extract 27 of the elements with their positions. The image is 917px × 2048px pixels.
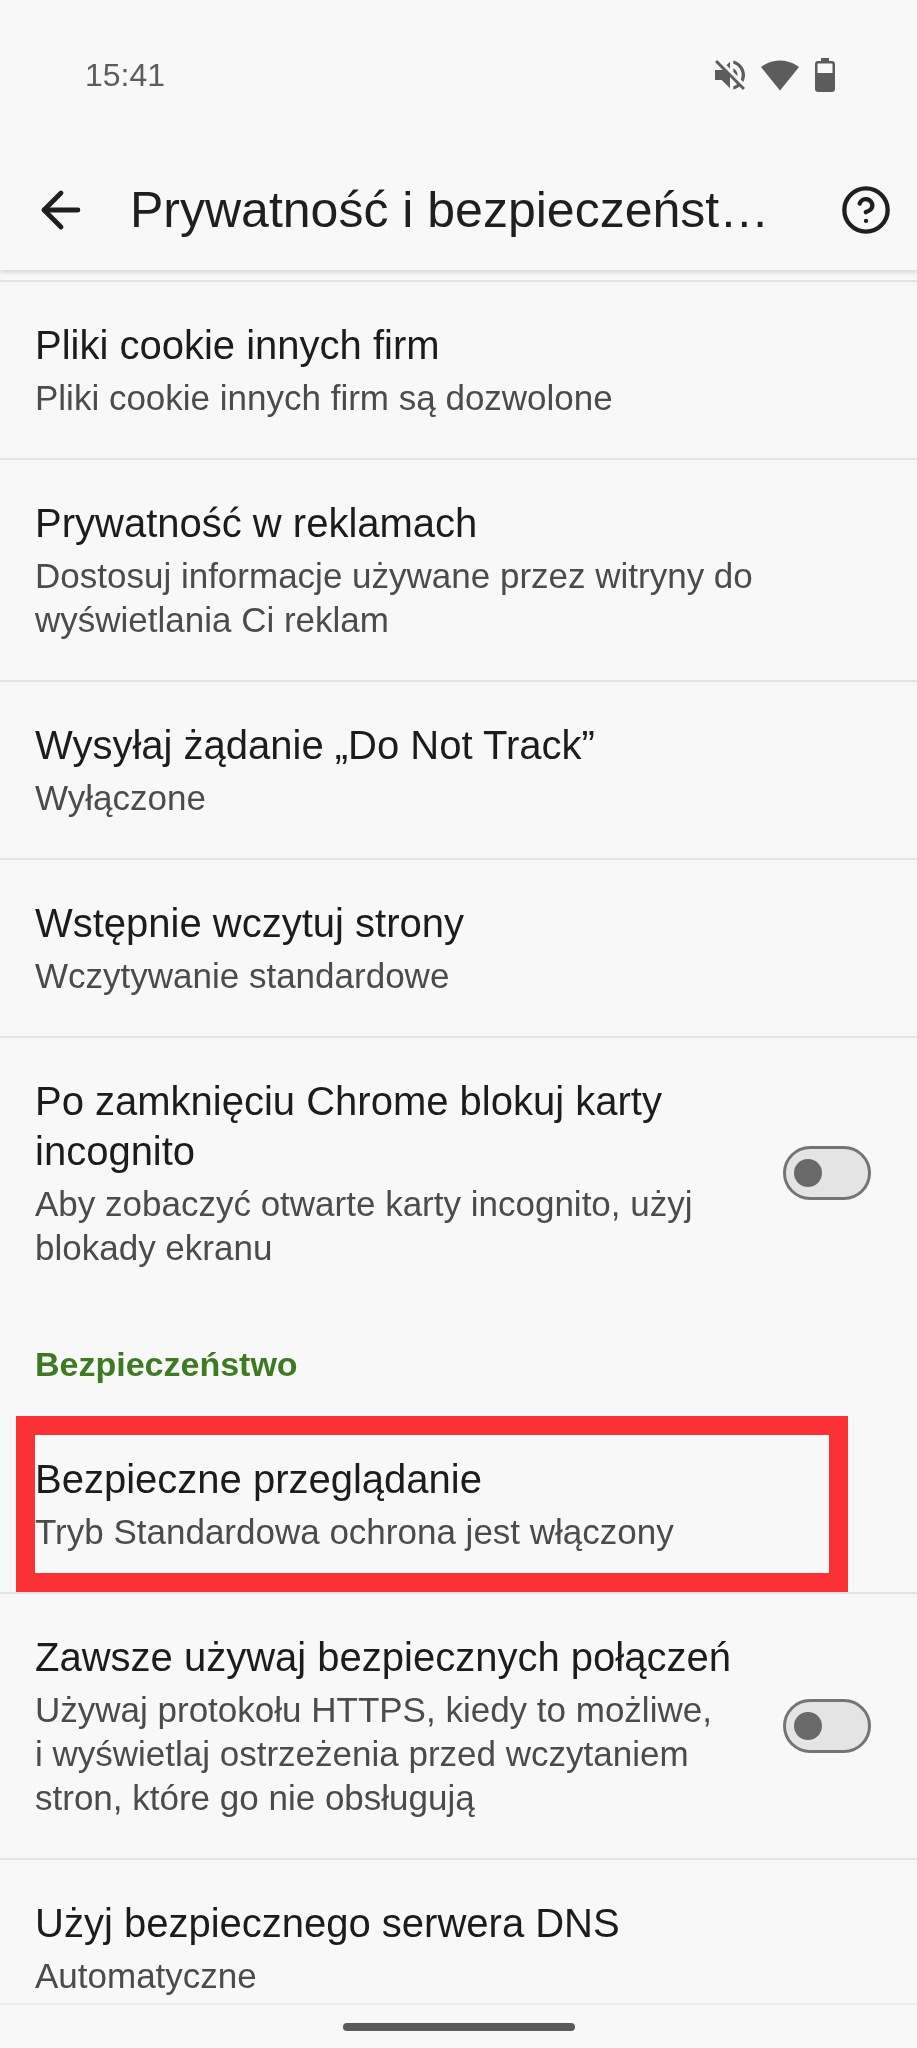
section-header: Bezpieczeństwo [34, 1344, 299, 1385]
help-button[interactable] [840, 184, 892, 236]
setting-title[interactable]: Prywatność w reklamach [35, 498, 478, 548]
setting-title[interactable]: Po zamknięciu Chrome blokuj karty incognito [35, 1076, 740, 1176]
toggle-switch[interactable] [783, 1699, 871, 1753]
setting-title[interactable]: Zawsze używaj bezpiecznych połączeń [35, 1632, 731, 1682]
setting-description: Tryb Standardowa ochrona jest włączony [35, 1511, 674, 1553]
setting-description: Dostosuj informacje używane przez witryny do wyświetlania Ci reklam [35, 555, 754, 641]
setting-title[interactable]: Wysyłaj żądanie „Do Not Track” [35, 720, 595, 770]
setting-description: Pliki cookie innych firm są dozwolone [35, 377, 613, 419]
setting-description: Wczytywanie standardowe [35, 955, 450, 997]
toggle-switch[interactable] [783, 1146, 871, 1200]
page-title: Prywatność i bezpieczeńst… [130, 181, 771, 240]
help-icon [840, 184, 892, 236]
wifi-icon [761, 59, 799, 91]
gesture-handle[interactable] [342, 2022, 575, 2031]
volume-off-icon [715, 60, 745, 90]
setting-title[interactable]: Bezpieczne przeglądanie [35, 1454, 482, 1504]
setting-description: Automatyczne [35, 1955, 257, 1997]
battery-icon [815, 58, 835, 92]
setting-description: Wyłączone [35, 777, 206, 819]
setting-description: Używaj protokołu HTTPS, kiedy to możliwe, i wyświetlaj ostrzeżenia przed wczytaniem stron, które go nie obsługują [35, 1689, 713, 1819]
setting-description: Aby zobaczyć otwarte karty incognito, użyj blokady ekranu [35, 1183, 694, 1269]
setting-title[interactable]: Użyj bezpiecznego serwera DNS [35, 1898, 620, 1948]
status-time: 15:41 [85, 56, 166, 95]
setting-title[interactable]: Wstępnie wczytuj strony [35, 898, 465, 948]
setting-title[interactable]: Pliki cookie innych firm [35, 320, 440, 370]
